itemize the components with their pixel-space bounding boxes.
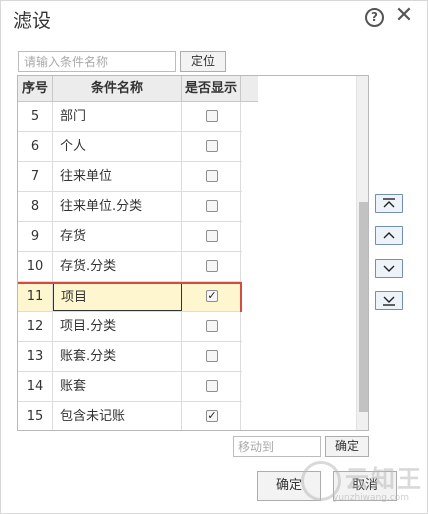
ok-button[interactable]: 确定	[257, 471, 321, 501]
header-condition-name: 条件名称	[53, 76, 182, 102]
row-condition-name: 账套	[53, 372, 182, 401]
checkbox-unchecked[interactable]	[206, 380, 218, 392]
checkbox-checked[interactable]: ✓	[206, 410, 218, 422]
checkbox-checked[interactable]: ✓	[206, 290, 218, 302]
row-show-cell	[182, 192, 241, 221]
row-condition-name: 存货	[53, 222, 182, 251]
row-show-cell: ✓	[182, 402, 241, 430]
row-seq: 11	[18, 282, 53, 311]
row-show-cell: ✓	[182, 282, 241, 311]
row-condition-name: 项目.分类	[53, 312, 182, 341]
checkbox-unchecked[interactable]	[206, 320, 218, 332]
row-show-cell	[182, 222, 241, 251]
condition-search-input[interactable]	[18, 51, 176, 72]
table-row[interactable]: 13 账套.分类	[18, 342, 242, 372]
checkbox-unchecked[interactable]	[206, 200, 218, 212]
close-icon[interactable]: ✕	[392, 4, 416, 28]
move-to-top-button[interactable]	[375, 194, 403, 213]
row-show-cell	[182, 252, 241, 281]
scrollbar-thumb[interactable]	[359, 202, 368, 412]
table-row[interactable]: 5 部门	[18, 102, 242, 132]
table-row[interactable]: 14 账套	[18, 372, 242, 402]
grid-header: 序号 条件名称 是否显示	[18, 76, 258, 102]
row-condition-name: 账套.分类	[53, 342, 182, 371]
row-condition-name: 存货.分类	[53, 252, 182, 281]
row-condition-name: 部门	[53, 102, 182, 131]
move-to-confirm-button[interactable]: 确定	[325, 436, 369, 457]
table-row[interactable]: 10 存货.分类	[18, 252, 242, 282]
row-condition-name: 往来单位.分类	[53, 192, 182, 221]
checkbox-unchecked[interactable]	[206, 260, 218, 272]
row-seq: 8	[18, 192, 53, 221]
header-show: 是否显示	[182, 76, 241, 102]
help-icon[interactable]: ?	[365, 8, 384, 27]
table-row[interactable]: 6 个人	[18, 132, 242, 162]
row-condition-name: 个人	[53, 132, 182, 161]
move-to-bottom-icon	[383, 296, 395, 306]
filter-settings-dialog: 滤设 ? ✕ 定位 序号 条件名称 是否显示 5部门6个人7往来单位8往来单位.…	[0, 0, 428, 514]
row-show-cell	[182, 132, 241, 161]
row-condition-name: 包含未记账	[53, 402, 182, 430]
row-seq: 14	[18, 372, 53, 401]
row-condition-name: 往来单位	[53, 162, 182, 191]
dialog-title: 滤设	[13, 10, 52, 32]
table-row[interactable]: 9 存货	[18, 222, 242, 252]
row-seq: 12	[18, 312, 53, 341]
vertical-scrollbar[interactable]	[356, 76, 368, 430]
row-seq: 5	[18, 102, 53, 131]
table-row[interactable]: 8 往来单位.分类	[18, 192, 242, 222]
checkbox-unchecked[interactable]	[206, 170, 218, 182]
row-seq: 7	[18, 162, 53, 191]
checkbox-unchecked[interactable]	[206, 230, 218, 242]
row-seq: 9	[18, 222, 53, 251]
cancel-button[interactable]: 取消	[333, 471, 397, 501]
checkbox-unchecked[interactable]	[206, 140, 218, 152]
move-down-icon	[383, 265, 395, 272]
row-seq: 10	[18, 252, 53, 281]
move-down-button[interactable]	[375, 259, 403, 278]
row-seq: 15	[18, 402, 53, 430]
locate-button[interactable]: 定位	[180, 51, 226, 72]
move-to-top-icon	[383, 198, 395, 208]
row-seq: 6	[18, 132, 53, 161]
checkbox-unchecked[interactable]	[206, 350, 218, 362]
move-to-bottom-button[interactable]	[375, 291, 403, 310]
table-row[interactable]: 12 项目.分类	[18, 312, 242, 342]
header-seq: 序号	[18, 76, 53, 102]
row-show-cell	[182, 372, 241, 401]
table-row[interactable]: 7 往来单位	[18, 162, 242, 192]
table-row[interactable]: 11 项目 ✓	[18, 282, 242, 314]
condition-grid: 序号 条件名称 是否显示 5 部门 6 个人 7 往来单位 8 往来单位.分类 9 存货 10 存货.…	[17, 75, 369, 431]
row-show-cell	[182, 162, 241, 191]
table-row[interactable]: 15 包含未记账 ✓	[18, 402, 242, 430]
row-seq: 13	[18, 342, 53, 371]
grid-rows: 5 部门 6 个人 7 往来单位 8 往来单位.分类 9 存货 10 存货.分类 11 项目 ✓ 12 项目.分…	[18, 102, 242, 430]
move-up-button[interactable]	[375, 226, 403, 245]
row-show-cell	[182, 312, 241, 341]
titlebar: 滤设 ? ✕	[1, 1, 427, 37]
row-condition-name[interactable]: 项目	[53, 282, 182, 311]
move-up-icon	[383, 232, 395, 239]
checkbox-unchecked[interactable]	[206, 110, 218, 122]
row-show-cell	[182, 102, 241, 131]
row-show-cell	[182, 342, 241, 371]
move-to-input[interactable]	[233, 436, 321, 457]
